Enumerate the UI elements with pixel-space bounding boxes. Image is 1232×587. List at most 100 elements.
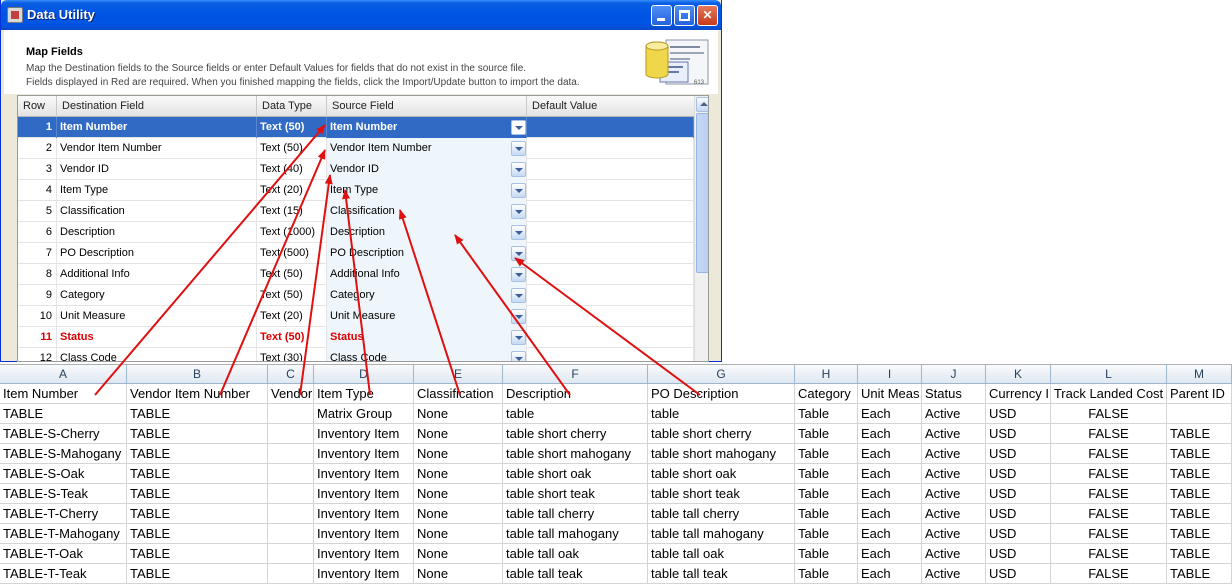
grid-row[interactable]: 6 Description Text (1000) Description: [18, 222, 694, 243]
column-letter-header[interactable]: L: [1051, 365, 1167, 384]
sheet-cell[interactable]: [268, 504, 314, 524]
sheet-cell[interactable]: Active: [922, 444, 986, 464]
column-letter-header[interactable]: E: [414, 365, 503, 384]
sheet-cell[interactable]: Item Number: [0, 384, 127, 404]
sheet-cell[interactable]: TABLE-T-Teak: [0, 564, 127, 584]
sheet-cell[interactable]: TABLE: [1167, 444, 1232, 464]
sheet-cell[interactable]: Table: [795, 544, 858, 564]
sheet-cell[interactable]: USD: [986, 524, 1051, 544]
sheet-cell[interactable]: USD: [986, 484, 1051, 504]
sheet-row[interactable]: TABLE-T-Teak TABLE Inventory Item None table…: [0, 564, 1232, 584]
sheet-cell[interactable]: Active: [922, 424, 986, 444]
sheet-cell[interactable]: Table: [795, 444, 858, 464]
default-value-input[interactable]: [527, 348, 694, 361]
sheet-cell[interactable]: TABLE-S-Teak: [0, 484, 127, 504]
source-field-select[interactable]: PO Description: [327, 243, 527, 264]
sheet-cell[interactable]: Status: [922, 384, 986, 404]
sheet-cell[interactable]: Table: [795, 504, 858, 524]
sheet-cell[interactable]: FALSE: [1051, 564, 1167, 584]
grid-row[interactable]: 2 Vendor Item Number Text (50) Vendor Item …: [18, 138, 694, 159]
sheet-cell[interactable]: TABLE-T-Cherry: [0, 504, 127, 524]
sheet-cell[interactable]: table tall cherry: [503, 504, 648, 524]
chevron-down-icon[interactable]: [511, 183, 526, 198]
sheet-cell[interactable]: TABLE: [127, 484, 268, 504]
column-letter-header[interactable]: M: [1167, 365, 1232, 384]
column-header-data-type[interactable]: Data Type: [257, 96, 327, 117]
column-header-destination[interactable]: Destination Field: [57, 96, 257, 117]
chevron-down-icon[interactable]: [511, 141, 526, 156]
sheet-cell[interactable]: table: [648, 404, 795, 424]
default-value-input[interactable]: [527, 264, 694, 285]
default-value-input[interactable]: [527, 285, 694, 306]
sheet-cell[interactable]: TABLE-S-Oak: [0, 464, 127, 484]
sheet-cell[interactable]: Inventory Item: [314, 504, 414, 524]
sheet-cell[interactable]: USD: [986, 424, 1051, 444]
grid-row[interactable]: 8 Additional Info Text (50) Additional Info: [18, 264, 694, 285]
source-field-select[interactable]: Class Code: [327, 348, 527, 361]
sheet-cell[interactable]: Track Landed Cost: [1051, 384, 1167, 404]
chevron-down-icon[interactable]: [511, 330, 526, 345]
sheet-cell[interactable]: None: [414, 544, 503, 564]
sheet-cell[interactable]: USD: [986, 464, 1051, 484]
source-field-select[interactable]: Description: [327, 222, 527, 243]
sheet-cell[interactable]: table tall mahogany: [648, 524, 795, 544]
source-field-select[interactable]: Item Type: [327, 180, 527, 201]
sheet-cell[interactable]: Inventory Item: [314, 424, 414, 444]
sheet-cell[interactable]: TABLE: [1167, 464, 1232, 484]
source-field-select[interactable]: Status: [327, 327, 527, 348]
sheet-cell[interactable]: None: [414, 524, 503, 544]
sheet-cell[interactable]: TABLE: [0, 404, 127, 424]
sheet-cell[interactable]: FALSE: [1051, 424, 1167, 444]
sheet-cell[interactable]: table short teak: [503, 484, 648, 504]
sheet-cell[interactable]: Category: [795, 384, 858, 404]
sheet-cell[interactable]: TABLE: [127, 504, 268, 524]
default-value-input[interactable]: [527, 159, 694, 180]
sheet-cell[interactable]: Active: [922, 504, 986, 524]
sheet-cell[interactable]: [268, 524, 314, 544]
sheet-cell[interactable]: None: [414, 484, 503, 504]
chevron-down-icon[interactable]: [511, 351, 526, 361]
sheet-cell[interactable]: [268, 544, 314, 564]
sheet-cell[interactable]: TABLE: [127, 464, 268, 484]
chevron-down-icon[interactable]: [511, 162, 526, 177]
scrollbar-thumb[interactable]: [696, 113, 708, 273]
default-value-input[interactable]: [527, 180, 694, 201]
sheet-cell[interactable]: [268, 444, 314, 464]
sheet-cell[interactable]: table tall oak: [648, 544, 795, 564]
sheet-cell[interactable]: TABLE: [127, 524, 268, 544]
sheet-row[interactable]: TABLE-S-Teak TABLE Inventory Item None table…: [0, 484, 1232, 504]
grid-row[interactable]: 1 Item Number Text (50) Item Number: [18, 117, 694, 138]
default-value-input[interactable]: [527, 138, 694, 159]
source-field-select[interactable]: Vendor ID: [327, 159, 527, 180]
sheet-cell[interactable]: [268, 464, 314, 484]
grid-row[interactable]: 12 Class Code Text (30) Class Code: [18, 348, 694, 361]
default-value-input[interactable]: [527, 243, 694, 264]
sheet-cell[interactable]: Each: [858, 444, 922, 464]
sheet-cell[interactable]: Each: [858, 424, 922, 444]
sheet-cell[interactable]: Active: [922, 464, 986, 484]
sheet-row[interactable]: TABLE-T-Mahogany TABLE Inventory Item None t…: [0, 524, 1232, 544]
default-value-input[interactable]: [527, 327, 694, 348]
sheet-cell[interactable]: USD: [986, 564, 1051, 584]
sheet-cell[interactable]: [268, 484, 314, 504]
sheet-cell[interactable]: TABLE: [1167, 564, 1232, 584]
sheet-cell[interactable]: Matrix Group: [314, 404, 414, 424]
sheet-cell[interactable]: TABLE: [1167, 484, 1232, 504]
sheet-cell[interactable]: TABLE: [1167, 424, 1232, 444]
sheet-cell[interactable]: table short cherry: [648, 424, 795, 444]
grid-row[interactable]: 9 Category Text (50) Category: [18, 285, 694, 306]
sheet-cell[interactable]: None: [414, 424, 503, 444]
sheet-cell[interactable]: Each: [858, 484, 922, 504]
grid-row[interactable]: 10 Unit Measure Text (20) Unit Measure: [18, 306, 694, 327]
sheet-cell[interactable]: USD: [986, 444, 1051, 464]
minimize-button[interactable]: [651, 5, 672, 26]
sheet-cell[interactable]: Inventory Item: [314, 444, 414, 464]
source-field-select[interactable]: Additional Info: [327, 264, 527, 285]
sheet-cell[interactable]: Active: [922, 404, 986, 424]
sheet-cell[interactable]: Each: [858, 464, 922, 484]
sheet-cell[interactable]: None: [414, 464, 503, 484]
scroll-up-icon[interactable]: [696, 97, 708, 112]
sheet-cell[interactable]: Vendor Item Number: [127, 384, 268, 404]
sheet-cell[interactable]: Table: [795, 564, 858, 584]
maximize-button[interactable]: [674, 5, 695, 26]
